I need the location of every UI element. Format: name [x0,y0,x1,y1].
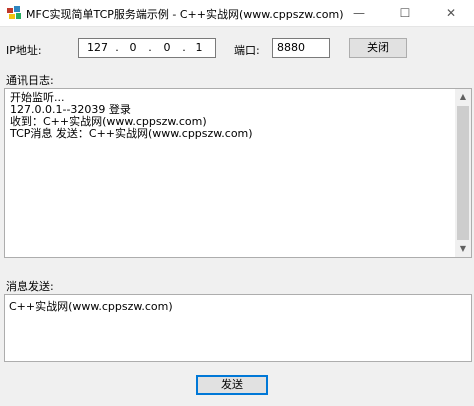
close-connection-button[interactable]: 关闭 [349,38,407,58]
message-input[interactable]: C++实战网(www.cppszw.com) [4,294,472,362]
ip-separator: . [115,41,119,54]
send-button[interactable]: 发送 [196,375,268,395]
ip-separator: . [148,41,152,54]
log-label: 通讯日志: [6,74,54,87]
ip-address-field[interactable]: 127 . 0 . 0 . 1 [78,38,216,58]
log-scrollbar[interactable]: ▲ ▼ [455,89,471,257]
ip-octet-1[interactable]: 127 [87,41,108,54]
ip-octet-3[interactable]: 0 [157,41,177,54]
send-label: 消息发送: [6,280,54,293]
minimize-button[interactable]: — [336,0,382,26]
ip-octet-2[interactable]: 0 [123,41,143,54]
scroll-down-icon[interactable]: ▼ [455,241,471,257]
port-label: 端口: [234,44,260,57]
maximize-button[interactable]: ☐ [382,0,428,26]
ip-separator: . [182,41,186,54]
ip-label: IP地址: [6,44,42,57]
port-input[interactable]: 8880 [272,38,330,58]
log-line: TCP消息 发送：C++实战网(www.cppszw.com) [10,127,253,140]
ip-octet-4[interactable]: 1 [189,41,209,54]
log-textarea[interactable]: 开始监听... 127.0.0.1--32039 登录 收到：C++实战网(ww… [4,88,472,258]
window-title: MFC实现简单TCP服务端示例 - C++实战网(www.cppszw.com) [26,8,344,21]
title-bar: MFC实现简单TCP服务端示例 - C++实战网(www.cppszw.com)… [0,0,474,27]
scroll-up-icon[interactable]: ▲ [455,89,471,105]
scroll-thumb[interactable] [457,106,469,240]
close-window-button[interactable]: ✕ [428,0,474,26]
mfc-app-icon [7,6,21,19]
